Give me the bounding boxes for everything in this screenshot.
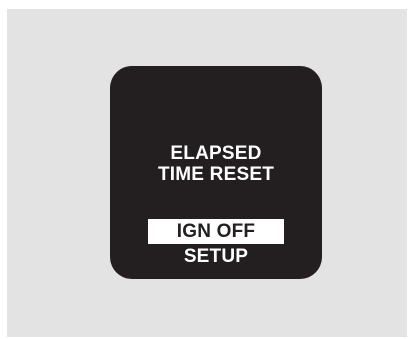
display-screen: ELAPSED TIME RESET IGN OFF SETUP xyxy=(110,66,322,279)
background-panel: ELAPSED TIME RESET IGN OFF SETUP xyxy=(7,9,407,337)
title-line-2: TIME RESET xyxy=(157,164,274,185)
title-line-1: ELAPSED xyxy=(170,143,262,164)
selected-option-ign-off[interactable]: IGN OFF xyxy=(148,219,284,244)
display-title: ELAPSED TIME RESET xyxy=(110,143,322,185)
option-setup[interactable]: SETUP xyxy=(110,246,322,268)
